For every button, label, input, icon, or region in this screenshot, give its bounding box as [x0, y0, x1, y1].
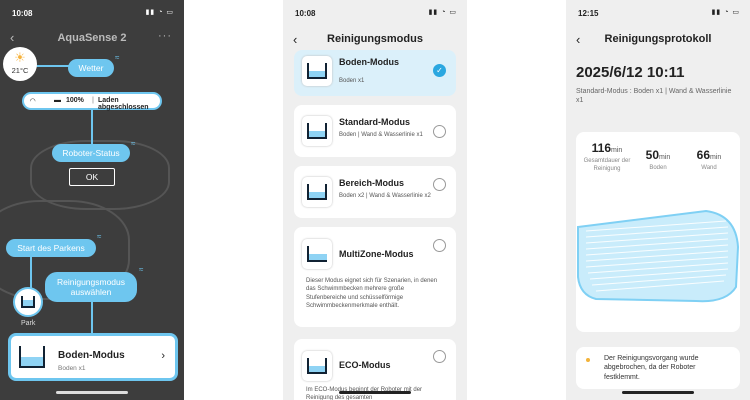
wave-icon: ≈ [131, 139, 136, 148]
park-button[interactable] [13, 287, 43, 317]
home-indicator [56, 391, 128, 394]
wave-icon: ≈ [139, 265, 144, 274]
app-title: AquaSense 2 [57, 32, 127, 44]
temperature: 21°C [11, 66, 29, 75]
guide-line [91, 110, 93, 146]
signal-wifi-battery-icon: ▮▮ ◔ ▭ [711, 9, 740, 16]
chevron-right-icon: › [161, 350, 165, 362]
signal-wifi-battery-icon: ▮▮ ◔ ▭ [145, 9, 174, 16]
signal-wifi-battery-icon: ▮▮ ◔ ▭ [428, 9, 457, 16]
log-date: 2025/6/12 10:11 [576, 64, 685, 81]
stat-label: Gesamtdauer der Reinigung [583, 158, 631, 172]
wave-icon: ≈ [115, 53, 120, 62]
stat-label: Wand [701, 165, 717, 171]
option-title: ECO-Modus [339, 360, 391, 370]
mode-subtitle: Boden x1 [58, 365, 86, 372]
mode-title: Boden-Modus [58, 350, 125, 361]
phone-screen-cleaning-log: 12:15 ▮▮ ◔ ▭ ‹ Reinigungsprotokoll 2025/… [566, 0, 750, 400]
warning-text: Der Reinigungsvorgang wurde abgebrochen,… [604, 355, 699, 381]
option-title: MultiZone-Modus [339, 249, 414, 259]
park-label: Park [21, 320, 36, 327]
wifi-icon: ◠ [30, 98, 36, 105]
floor-mode-icon [19, 344, 45, 370]
home-indicator [339, 391, 411, 394]
battery-icon: ▬ [54, 97, 61, 104]
mode-option-multizone[interactable]: MultiZone-Modus Dieser Modus eignet sich… [294, 227, 456, 327]
wave-icon: ≈ [97, 232, 102, 241]
stat-value: 66 [696, 148, 711, 162]
multizone-mode-icon [302, 239, 332, 269]
page-title: Reinigungsprotokoll [604, 33, 712, 45]
option-description: Dieser Modus eignet sich für Szenarien, … [306, 278, 438, 310]
robot-status-tooltip: Roboter-Status [52, 144, 130, 163]
pool-cleaning-map [577, 209, 740, 303]
stat-floor: 50min Boden [633, 146, 683, 173]
status-bar: 12:15 ▮▮ ◔ ▭ [566, 0, 750, 24]
status-bar: 10:08 ▮▮ ◔ ▭ [283, 0, 467, 24]
stat-label: Boden [649, 165, 667, 171]
mode-option-area[interactable]: Bereich-Modus Boden x2 | Wand & Wasserli… [294, 166, 456, 218]
option-subtitle: Boden | Wand & Wasserlinie x1 [339, 132, 423, 138]
current-mode-card[interactable]: Boden-Modus Boden x1 › [8, 333, 178, 381]
radio-button[interactable] [433, 125, 446, 138]
status-time: 10:08 [295, 9, 316, 18]
separator: | [92, 97, 94, 104]
phone-screen-cleaning-mode: 10:08 ▮▮ ◔ ▭ ‹ Reinigungsmodus Boden-Mod… [283, 0, 467, 400]
stat-value: 50 [645, 148, 660, 162]
guide-line [36, 65, 70, 67]
stat-wall: 66min Wand [684, 146, 734, 173]
stat-total: 116min Gesamtdauer der Reinigung [582, 139, 632, 174]
park-icon [21, 296, 35, 308]
warning-card: Der Reinigungsvorgang wurde abgebrochen,… [576, 347, 740, 389]
option-title: Bereich-Modus [339, 178, 405, 188]
radio-button[interactable] [433, 178, 446, 191]
standard-mode-icon [302, 116, 332, 146]
stat-unit: min [710, 154, 722, 161]
mode-option-standard[interactable]: Standard-Modus Boden | Wand & Wasserlini… [294, 105, 456, 157]
option-subtitle: Boden x2 | Wand & Wasserlinie x2 [339, 193, 431, 199]
charging-status: Laden abgeschlossen [98, 97, 149, 111]
home-indicator [622, 391, 694, 394]
radio-button[interactable] [433, 239, 446, 252]
log-mode-subtitle: Standard-Modus : Boden x1 | Wand & Wasse… [576, 88, 732, 105]
park-start-tooltip: Start des Parkens [6, 239, 96, 258]
floor-mode-icon [302, 56, 332, 86]
weather-widget[interactable]: ☀ 21°C [3, 47, 37, 81]
area-mode-icon [302, 177, 332, 207]
guide-line [91, 298, 93, 334]
option-title: Standard-Modus [339, 117, 410, 127]
robot-status-pill[interactable]: ◠ ▬ 100% | Laden abgeschlossen [22, 92, 162, 111]
status-bar: 10:08 ▮▮ ◔ ▭ [0, 0, 184, 24]
log-card: 116min Gesamtdauer der Reinigung 50min B… [576, 132, 740, 332]
battery-percent: 100% [66, 97, 84, 104]
stat-unit: min [611, 147, 623, 154]
radio-button[interactable] [433, 350, 446, 363]
eco-mode-icon [302, 351, 332, 381]
warning-dot-icon [586, 358, 590, 362]
weather-tooltip: Wetter [68, 59, 114, 78]
stat-value: 116 [591, 141, 612, 155]
option-subtitle: Boden x1 [339, 78, 365, 84]
sun-icon: ☀ [14, 50, 26, 65]
mode-option-floor[interactable]: Boden-Modus Boden x1 ✓ [294, 50, 456, 96]
guide-line [30, 254, 32, 288]
mode-select-tooltip: Reinigungsmodus auswählen [45, 272, 137, 303]
status-time: 12:15 [578, 9, 599, 18]
ellipsis-icon[interactable]: ··· [158, 30, 172, 42]
phone-screen-home: 10:08 ▮▮ ◔ ▭ ‹ AquaSense 2 ··· ☀ 21°C We… [0, 0, 184, 400]
page-title: Reinigungsmodus [327, 33, 423, 45]
ok-button[interactable]: OK [69, 168, 115, 186]
option-title: Boden-Modus [339, 57, 399, 67]
radio-selected-check-icon[interactable]: ✓ [433, 64, 446, 77]
stat-unit: min [659, 154, 671, 161]
status-time: 10:08 [12, 9, 33, 18]
